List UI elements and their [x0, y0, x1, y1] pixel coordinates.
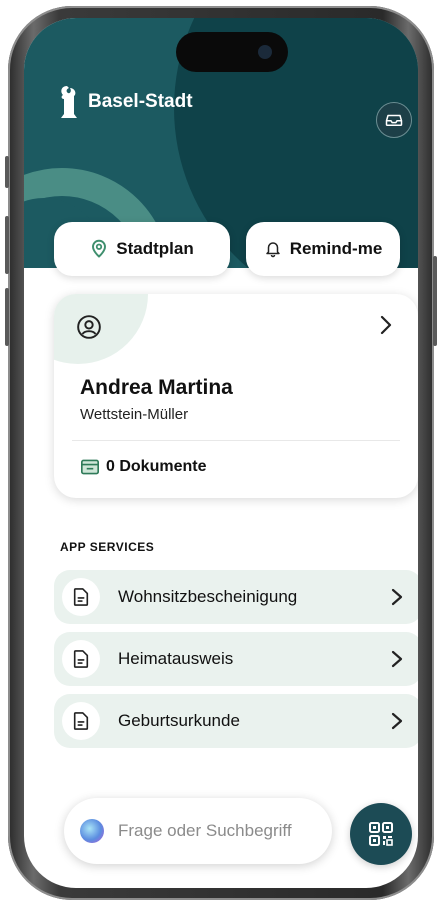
- document-tray-icon: [81, 459, 99, 475]
- stadtplan-button[interactable]: Stadtplan: [54, 222, 230, 276]
- remind-me-button[interactable]: Remind-me: [246, 222, 400, 276]
- bell-icon: [265, 242, 280, 258]
- dynamic-island: [176, 32, 288, 72]
- service-geburtsurkunde[interactable]: Geburtsurkunde: [54, 694, 418, 748]
- assistant-orb-icon: [80, 819, 104, 843]
- stadtplan-label: Stadtplan: [116, 239, 194, 258]
- inbox-button[interactable]: [376, 102, 412, 138]
- profile-name: Andrea Martina: [80, 376, 233, 399]
- remind-me-label: Remind-me: [289, 239, 383, 258]
- mute-switch: [5, 156, 9, 188]
- person-circle-icon: [77, 315, 101, 339]
- profile-card[interactable]: Andrea Martina Wettstein-Müller 0 Dokume…: [54, 294, 418, 498]
- chevron-right-icon: [380, 315, 392, 335]
- service-label: Geburtsurkunde: [118, 711, 240, 730]
- volume-up-button: [5, 216, 9, 274]
- profile-surname: Wettstein-Müller: [80, 406, 189, 423]
- qr-code-icon: [369, 822, 393, 846]
- service-icon-badge: [62, 578, 100, 616]
- brand: Basel-Stadt: [58, 84, 193, 120]
- inbox-icon: [385, 114, 403, 126]
- chevron-right-icon: [391, 588, 403, 606]
- service-label: Heimatausweis: [118, 649, 234, 668]
- card-divider: [72, 440, 400, 441]
- search-placeholder: Frage oder Suchbegriff: [118, 821, 292, 840]
- app-screen: Basel-Stadt Stadtplan Remind-me Andrea M…: [24, 18, 418, 888]
- map-pin-icon: [92, 239, 107, 258]
- qr-scan-button[interactable]: [350, 803, 412, 865]
- search-input[interactable]: Frage oder Suchbegriff: [64, 798, 332, 864]
- document-icon: [73, 712, 89, 730]
- power-button: [433, 256, 437, 346]
- chevron-right-icon: [391, 650, 403, 668]
- document-icon: [73, 588, 89, 606]
- service-heimatausweis[interactable]: Heimatausweis: [54, 632, 418, 686]
- document-icon: [73, 650, 89, 668]
- service-icon-badge: [62, 640, 100, 678]
- app-title: Basel-Stadt: [88, 91, 193, 112]
- service-wohnsitzbescheinigung[interactable]: Wohnsitzbescheinigung: [54, 570, 418, 624]
- volume-down-button: [5, 288, 9, 346]
- documents-label: 0 Dokumente: [106, 458, 207, 475]
- app-services-title: APP SERVICES: [60, 540, 155, 554]
- documents-row[interactable]: 0 Dokumente: [80, 458, 206, 476]
- service-icon-badge: [62, 702, 100, 740]
- basel-crozier-logo-icon: [61, 86, 77, 118]
- chevron-right-icon: [391, 712, 403, 730]
- service-label: Wohnsitzbescheinigung: [118, 587, 298, 606]
